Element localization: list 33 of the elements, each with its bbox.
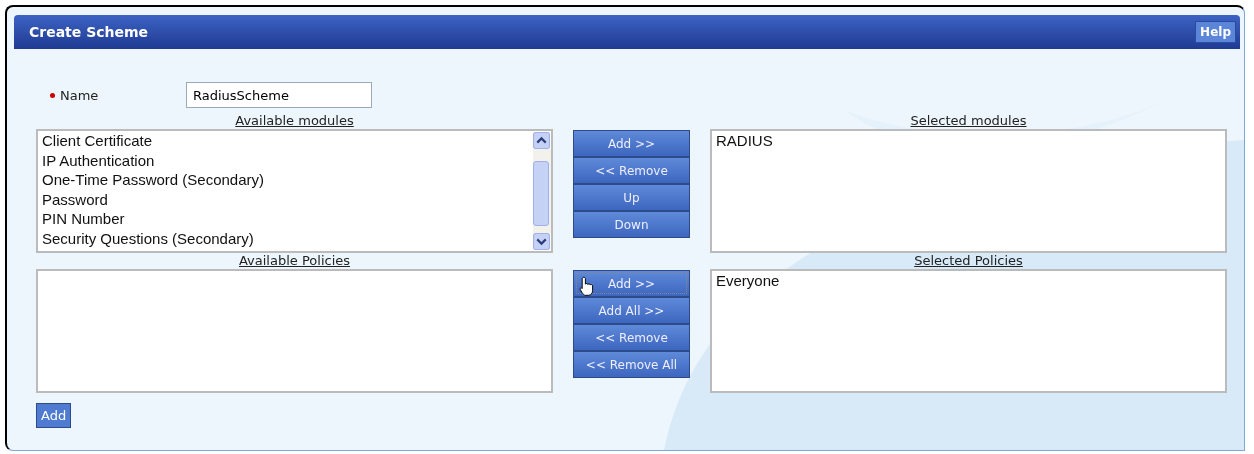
- move-button[interactable]: << Remove All: [573, 351, 690, 378]
- scroll-thumb[interactable]: [533, 161, 549, 226]
- move-button[interactable]: Add >>: [573, 270, 690, 297]
- list-item[interactable]: Client Certificate: [42, 131, 529, 151]
- move-button[interactable]: Add >>: [573, 130, 690, 157]
- list-item[interactable]: PIN Number: [42, 209, 529, 229]
- list-heading: Selected modules: [910, 113, 1027, 129]
- panel-title: Create Scheme: [29, 24, 149, 40]
- move-button[interactable]: << Remove: [573, 157, 690, 184]
- scroll-up-icon[interactable]: [533, 132, 550, 149]
- list-heading: Available Policies: [238, 253, 351, 269]
- list-item[interactable]: One-Time Password (Secondary): [42, 170, 529, 190]
- list-item[interactable]: Everyone: [716, 271, 1221, 291]
- list-item[interactable]: RADIUS: [716, 131, 1221, 151]
- help-button[interactable]: Help: [1195, 21, 1236, 43]
- scroll-down-icon[interactable]: [533, 233, 550, 250]
- move-button[interactable]: Up: [573, 184, 690, 211]
- name-field[interactable]: RadiusScheme: [186, 82, 372, 108]
- list-item[interactable]: Password: [42, 189, 529, 209]
- list-item[interactable]: Security Questions (Secondary): [42, 228, 529, 248]
- list-heading: Available modules: [235, 113, 354, 129]
- selected-list[interactable]: RADIUS: [710, 129, 1227, 253]
- selected-list[interactable]: Everyone: [710, 269, 1227, 393]
- list-item[interactable]: IP Authentication: [42, 150, 529, 170]
- scrollbar[interactable]: [533, 131, 551, 251]
- hand-cursor-icon: [579, 276, 595, 297]
- available-list[interactable]: Client Certificate IP Authentication One-Time Password (Secondary) Password PIN Number Security Questions (Secondary): [36, 129, 553, 253]
- add-button[interactable]: Add: [36, 403, 72, 428]
- list-heading: Selected Policies: [914, 253, 1023, 269]
- name-label: Name: [50, 87, 186, 103]
- move-button[interactable]: << Remove: [573, 324, 690, 351]
- move-button[interactable]: Down: [573, 211, 690, 238]
- move-button[interactable]: Add All >>: [573, 297, 690, 324]
